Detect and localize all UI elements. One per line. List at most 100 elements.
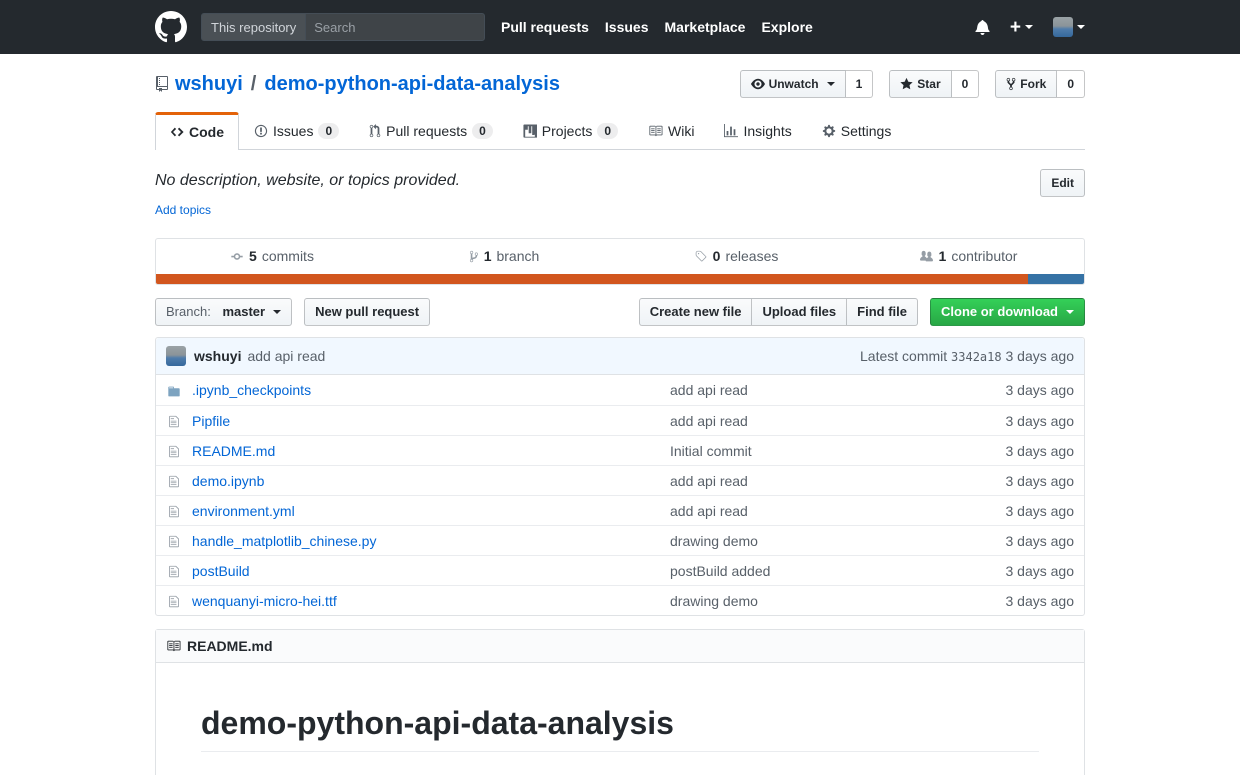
tab-settings[interactable]: Settings [807,112,907,149]
file-commit-message-link[interactable]: postBuild added [670,563,964,579]
nav-link-explore[interactable]: Explore [761,19,812,35]
caret-down-icon [273,310,281,314]
branches-stat[interactable]: 1branch [388,239,620,274]
repo-description: No description, website, or topics provi… [155,169,460,190]
file-icon [168,505,180,518]
commit-message-link[interactable]: add api read [247,348,325,364]
notifications-bell-icon[interactable] [975,19,990,35]
file-commit-message-link[interactable]: Initial commit [670,443,964,459]
github-logo-icon[interactable] [155,11,187,43]
user-avatar [1053,17,1073,37]
file-name-link[interactable]: environment.yml [192,503,670,519]
folder-icon [167,385,181,398]
language-segment[interactable] [1028,274,1084,284]
clone-or-download-button[interactable]: Clone or download [930,298,1085,326]
file-icon [168,445,180,458]
book-icon [648,124,663,138]
file-age: 3 days ago [964,382,1084,398]
nav-link-issues[interactable]: Issues [605,19,649,35]
tab-code[interactable]: Code [155,112,239,150]
upload-files-button[interactable]: Upload files [752,298,847,326]
branch-selector[interactable]: Branch: master [155,298,292,326]
gear-icon [822,124,836,138]
latest-commit-bar: wshuyi add api read Latest commit 3342a1… [156,338,1084,375]
watchers-count[interactable]: 1 [846,70,874,98]
language-segment[interactable] [156,274,1028,284]
nav-link-pull-requests[interactable]: Pull requests [501,19,589,35]
file-icon [168,595,180,608]
file-row: demo.ipynb add api read 3 days ago [156,465,1084,495]
search-scope-label: This repository [202,14,306,40]
file-name-link[interactable]: postBuild [192,563,670,579]
unwatch-button[interactable]: Unwatch [740,70,846,98]
forks-count[interactable]: 0 [1057,70,1085,98]
plus-icon: + [1010,18,1021,37]
file-icon [168,535,180,548]
file-name-link[interactable]: wenquanyi-micro-hei.ttf [192,593,670,609]
file-row: wenquanyi-micro-hei.ttf drawing demo 3 d… [156,585,1084,615]
find-file-button[interactable]: Find file [847,298,918,326]
new-pull-request-button[interactable]: New pull request [304,298,430,326]
file-age: 3 days ago [964,533,1084,549]
edit-description-button[interactable]: Edit [1040,169,1085,197]
file-commit-message-link[interactable]: drawing demo [670,593,964,609]
search-input[interactable] [306,20,485,35]
nav-links: Pull requests Issues Marketplace Explore [501,19,813,35]
readme-section: README.md demo-python-api-data-analysis [155,629,1085,775]
nav-link-marketplace[interactable]: Marketplace [665,19,746,35]
file-commit-message-link[interactable]: add api read [670,413,964,429]
file-commit-message-link[interactable]: add api read [670,503,964,519]
file-name-link[interactable]: Pipfile [192,413,670,429]
file-age: 3 days ago [964,593,1084,609]
file-row: handle_matplotlib_chinese.py drawing dem… [156,525,1084,555]
git-pull-request-icon [369,124,381,138]
tab-wiki[interactable]: Wiki [633,112,709,149]
tab-pull-requests[interactable]: Pull requests 0 [354,112,508,149]
user-menu[interactable] [1053,17,1085,37]
stargazers-count[interactable]: 0 [952,70,980,98]
file-name-link[interactable]: handle_matplotlib_chinese.py [192,533,670,549]
commit-author-avatar[interactable] [166,346,186,366]
create-new-file-button[interactable]: Create new file [639,298,753,326]
caret-down-icon [1077,25,1085,29]
graph-icon [724,124,738,138]
releases-stat[interactable]: 0releases [620,239,852,274]
top-navbar: This repository Pull requests Issues Mar… [0,0,1240,54]
fork-icon [1006,77,1016,91]
tab-insights[interactable]: Insights [709,112,806,149]
add-topics-link[interactable]: Add topics [155,203,211,217]
book-icon [166,639,181,653]
file-name-link[interactable]: README.md [192,443,670,459]
commits-stat[interactable]: 5commits [156,239,388,274]
file-row: README.md Initial commit 3 days ago [156,435,1084,465]
file-icon [168,475,180,488]
caret-down-icon [1066,310,1074,314]
star-icon [900,77,913,91]
code-icon [170,125,184,139]
issues-counter: 0 [318,123,339,139]
file-icon [168,565,180,578]
star-button[interactable]: Star [889,70,951,98]
contributors-stat[interactable]: 1contributor [852,239,1084,274]
tab-issues[interactable]: Issues 0 [239,112,354,149]
fork-button[interactable]: Fork [995,70,1057,98]
repo-icon [155,76,169,92]
file-row: environment.yml add api read 3 days ago [156,495,1084,525]
repo-title-separator: / [251,73,257,96]
file-age: 3 days ago [964,473,1084,489]
file-commit-message-link[interactable]: drawing demo [670,533,964,549]
commit-author-link[interactable]: wshuyi [194,348,241,364]
file-name-link[interactable]: .ipynb_checkpoints [192,382,670,398]
file-age: 3 days ago [964,563,1084,579]
repo-name-link[interactable]: demo-python-api-data-analysis [264,73,560,96]
latest-commit-label: Latest commit [860,348,947,364]
file-name-link[interactable]: demo.ipynb [192,473,670,489]
repo-title: wshuyi / demo-python-api-data-analysis [155,73,560,96]
file-commit-message-link[interactable]: add api read [670,382,964,398]
language-bar[interactable] [156,274,1084,284]
commit-sha-link[interactable]: 3342a18 [951,350,1002,364]
file-commit-message-link[interactable]: add api read [670,473,964,489]
tab-projects[interactable]: Projects 0 [508,112,633,149]
create-new-menu[interactable]: + [1010,18,1033,37]
repo-owner-link[interactable]: wshuyi [175,73,243,96]
